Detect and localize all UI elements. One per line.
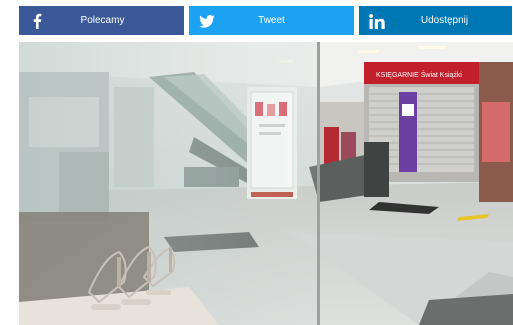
article-photo: KSIĘGARNIE Świat Książki [19, 42, 513, 325]
facebook-share-button[interactable]: Polecamy [19, 6, 184, 35]
facebook-icon [27, 11, 47, 31]
linkedin-icon [367, 11, 387, 31]
share-bar: Polecamy Tweet Udostępnij [0, 0, 513, 40]
linkedin-share-button[interactable]: Udostępnij [359, 6, 512, 35]
twitter-icon [197, 11, 217, 31]
twitter-share-button[interactable]: Tweet [189, 6, 354, 35]
store-sign: KSIĘGARNIE Świat Książki [376, 70, 462, 79]
